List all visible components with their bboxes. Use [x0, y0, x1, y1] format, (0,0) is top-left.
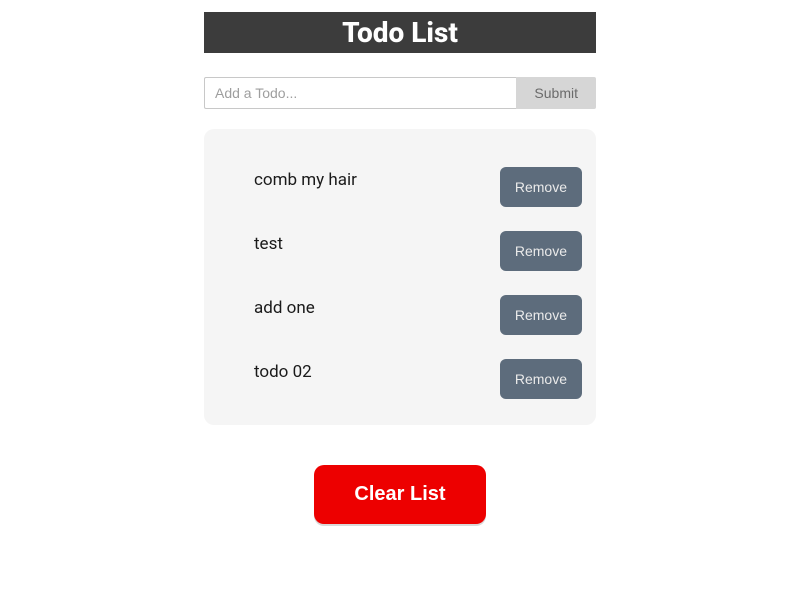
submit-button[interactable]: Submit: [516, 77, 596, 109]
todo-text: test: [254, 233, 283, 256]
list-item: comb my hair Remove: [218, 169, 582, 207]
add-todo-form: Submit: [204, 77, 596, 109]
todo-input[interactable]: [204, 77, 516, 109]
remove-button[interactable]: Remove: [500, 295, 582, 335]
list-item: test Remove: [218, 233, 582, 271]
todo-list-panel: comb my hair Remove test Remove add one Remov…: [204, 129, 596, 425]
todo-text: add one: [254, 297, 315, 320]
remove-button[interactable]: Remove: [500, 359, 582, 399]
page-title: Todo List: [204, 12, 596, 53]
todo-text: todo 02: [254, 361, 312, 384]
list-item: todo 02 Remove: [218, 361, 582, 399]
list-item: add one Remove: [218, 297, 582, 335]
todo-list: comb my hair Remove test Remove add one Remov…: [218, 169, 582, 399]
remove-button[interactable]: Remove: [500, 167, 582, 207]
todo-text: comb my hair: [254, 169, 357, 192]
remove-button[interactable]: Remove: [500, 231, 582, 271]
clear-list-button[interactable]: Clear List: [314, 465, 485, 524]
clear-wrap: Clear List: [204, 465, 596, 524]
app-container: Todo List Submit comb my hair Remove test R…: [204, 12, 596, 524]
